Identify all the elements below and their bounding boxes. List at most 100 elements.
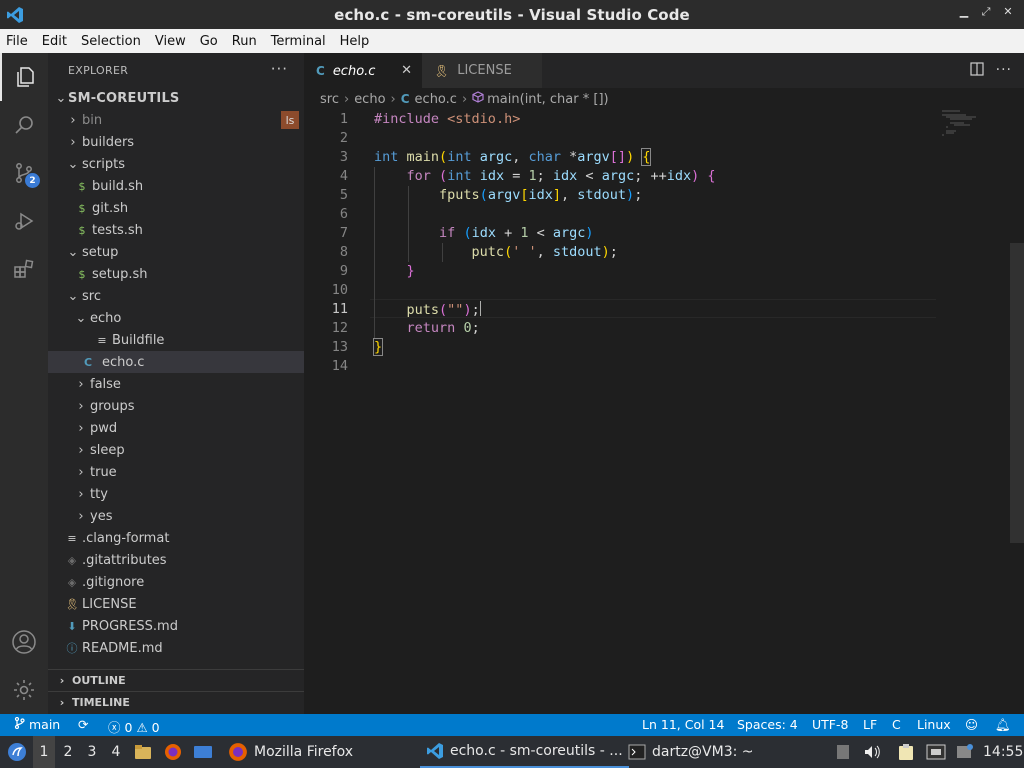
taskbar-terminal[interactable]: dartz@VM3: ~: [622, 736, 760, 768]
menu-file[interactable]: File: [6, 34, 28, 49]
menu-terminal[interactable]: Terminal: [271, 34, 326, 49]
restore-icon[interactable]: ⤢: [980, 5, 992, 19]
menu-help[interactable]: Help: [340, 34, 370, 49]
workspace-3[interactable]: 3: [81, 736, 103, 768]
close-window-icon[interactable]: ✕: [1002, 5, 1014, 19]
file-gitattributes[interactable]: ◈ .gitattributes: [48, 549, 304, 571]
search-icon[interactable]: [0, 101, 48, 149]
cursor-position[interactable]: Ln 11, Col 14: [642, 717, 724, 732]
warning-count: 0: [151, 720, 160, 735]
language-status[interactable]: C: [892, 717, 901, 732]
start-menu-icon[interactable]: [6, 736, 28, 768]
close-tab-icon[interactable]: ✕: [401, 63, 412, 78]
folder-false[interactable]: › false: [48, 373, 304, 395]
account-icon[interactable]: [0, 618, 48, 666]
folder-setup[interactable]: ⌄ setup: [48, 241, 304, 263]
code-editor[interactable]: 1 2 3 4 5 6 7 8 9 10 11 12 13 14 #includ…: [304, 110, 1024, 714]
volume-icon[interactable]: [863, 736, 883, 768]
minimize-icon[interactable]: ▁: [958, 5, 970, 19]
timeline-section[interactable]: › TIMELINE: [48, 691, 304, 713]
firefox-launcher-icon[interactable]: [164, 736, 184, 768]
folder-true[interactable]: › true: [48, 461, 304, 483]
file-manager-icon[interactable]: [134, 736, 154, 768]
workspace-1[interactable]: 1: [33, 736, 55, 768]
breadcrumb-src[interactable]: src: [320, 92, 339, 107]
folder-builders[interactable]: › builders: [48, 131, 304, 153]
clock[interactable]: 14:55: [983, 736, 1023, 768]
workspace-2[interactable]: 2: [57, 736, 79, 768]
notifications-bell-icon[interactable]: 🔔︎: [995, 717, 1011, 733]
outline-label: OUTLINE: [72, 674, 126, 687]
menu-run[interactable]: Run: [232, 34, 257, 49]
folder-sleep[interactable]: › sleep: [48, 439, 304, 461]
folder-echo[interactable]: ⌄ echo: [48, 307, 304, 329]
explorer-root[interactable]: ⌄ SM-COREUTILS: [48, 87, 304, 109]
os-status[interactable]: Linux: [917, 717, 951, 732]
eol-status[interactable]: LF: [863, 717, 877, 732]
taskbar-firefox[interactable]: Mozilla Firefox: [222, 736, 359, 768]
firefox-icon: [229, 743, 247, 761]
menu-edit[interactable]: Edit: [42, 34, 67, 49]
feedback-icon[interactable]: ☺: [965, 717, 978, 732]
file-readme-md[interactable]: ⓘ README.md: [48, 637, 304, 659]
editor-scrollbar[interactable]: [1010, 243, 1024, 543]
folder-yes[interactable]: › yes: [48, 505, 304, 527]
breadcrumb: src › echo › C echo.c › main(int, char *…: [304, 88, 1024, 110]
folder-groups[interactable]: › groups: [48, 395, 304, 417]
outline-section[interactable]: › OUTLINE: [48, 669, 304, 691]
folder-scripts[interactable]: ⌄ scripts: [48, 153, 304, 175]
file-build-sh[interactable]: $ build.sh: [48, 175, 304, 197]
encoding-status[interactable]: UTF-8: [812, 717, 848, 732]
file-buildfile[interactable]: ≡ Buildfile: [48, 329, 304, 351]
file-clang-format[interactable]: ≡ .clang-format: [48, 527, 304, 549]
tab-echo-c[interactable]: C echo.c ✕: [304, 53, 422, 88]
folder-src[interactable]: ⌄ src: [48, 285, 304, 307]
folder-label: sleep: [90, 442, 125, 458]
chevron-right-icon: ›: [78, 442, 84, 458]
folder-label: builders: [82, 134, 135, 150]
file-setup-sh[interactable]: $ setup.sh: [48, 263, 304, 285]
file-git-sh[interactable]: $ git.sh: [48, 197, 304, 219]
file-gitignore[interactable]: ◈ .gitignore: [48, 571, 304, 593]
source-control-icon[interactable]: 2: [0, 149, 48, 197]
explorer-icon[interactable]: [0, 53, 48, 101]
file-progress-md[interactable]: ⬇ PROGRESS.md: [48, 615, 304, 637]
menu-go[interactable]: Go: [200, 34, 218, 49]
folder-tty[interactable]: › tty: [48, 483, 304, 505]
menu-selection[interactable]: Selection: [81, 34, 141, 49]
workspace-4[interactable]: 4: [105, 736, 127, 768]
sync-icon[interactable]: ⟳: [78, 717, 88, 732]
split-editor-icon[interactable]: [970, 62, 984, 80]
problems-status[interactable]: ⓧ 0 ⚠ 0: [108, 717, 160, 736]
update-icon[interactable]: [956, 736, 976, 768]
more-actions-icon[interactable]: ···: [996, 62, 1012, 80]
more-actions-icon[interactable]: ···: [271, 60, 288, 78]
terminal-icon: [628, 744, 646, 760]
os-taskbar: 1 2 3 4 Mozilla Firefox echo.c - sm-core…: [0, 736, 1024, 768]
branch-status[interactable]: main: [14, 716, 60, 732]
settings-gear-icon[interactable]: [0, 666, 48, 714]
network-icon[interactable]: [926, 736, 948, 768]
show-desktop-icon[interactable]: [193, 736, 215, 768]
breadcrumb-echo[interactable]: echo: [354, 92, 385, 107]
file-tests-sh[interactable]: $ tests.sh: [48, 219, 304, 241]
taskbar-vscode-label: echo.c - sm-coreutils - ...: [450, 743, 623, 759]
file-label: tests.sh: [92, 222, 143, 238]
folder-bin[interactable]: › bin: [48, 109, 304, 131]
indentation-status[interactable]: Spaces: 4: [737, 717, 798, 732]
file-echo-c[interactable]: C echo.c: [48, 351, 304, 373]
file-license[interactable]: 🎗 LICENSE: [48, 593, 304, 615]
title-bar: echo.c - sm-coreutils - Visual Studio Co…: [0, 0, 1024, 29]
run-debug-icon[interactable]: [0, 197, 48, 245]
eject-icon[interactable]: [836, 736, 852, 768]
breadcrumb-file[interactable]: echo.c: [415, 92, 457, 107]
line-number: 3: [339, 149, 348, 165]
breadcrumb-symbol[interactable]: main(int, char * []): [487, 92, 608, 107]
menu-view[interactable]: View: [155, 34, 186, 49]
taskbar-vscode[interactable]: echo.c - sm-coreutils - ...: [420, 736, 629, 768]
tab-license[interactable]: 🎗 LICENSE: [422, 53, 542, 88]
clipboard-icon[interactable]: [898, 736, 918, 768]
extensions-icon[interactable]: [0, 245, 48, 293]
minimap[interactable]: [940, 110, 1024, 140]
folder-pwd[interactable]: › pwd: [48, 417, 304, 439]
